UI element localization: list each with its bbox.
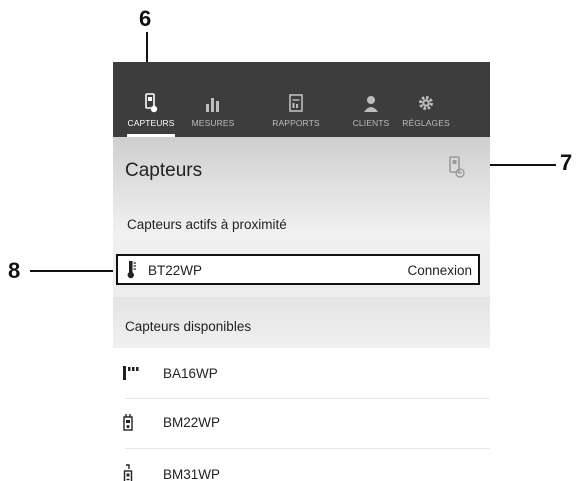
- sensor-name: BM31WP: [163, 467, 221, 481]
- gear-icon: [397, 92, 455, 114]
- connect-button[interactable]: Connexion: [407, 263, 472, 278]
- available-sensors-heading: Capteurs disponibles: [125, 319, 252, 334]
- report-icon: [261, 92, 331, 114]
- sensor-scan-icon: [447, 156, 467, 184]
- thermometer-probe-icon: [126, 260, 138, 285]
- tab-rapports-label: RAPPORTS: [272, 118, 320, 128]
- tab-capteurs[interactable]: CAPTEURS: [119, 92, 183, 137]
- divider: [125, 398, 490, 399]
- sensor-name: BM22WP: [163, 415, 221, 430]
- signal-bars-icon: [122, 365, 142, 386]
- tab-reglages[interactable]: RÉGLAGES: [397, 92, 455, 137]
- clients-icon: [345, 92, 397, 114]
- sensor-icon: [119, 92, 183, 114]
- callout-8: 8: [8, 258, 21, 283]
- tab-mesures[interactable]: MESURES: [181, 92, 245, 137]
- clamp-meter-icon: [122, 464, 134, 481]
- tab-reglages-label: RÉGLAGES: [402, 118, 450, 128]
- list-item[interactable]: BA16WP: [113, 354, 490, 394]
- multimeter-icon: [122, 413, 134, 436]
- list-item[interactable]: BM22WP: [113, 403, 490, 443]
- list-item[interactable]: BM31WP: [113, 455, 490, 481]
- nearby-sensor-name: BT22WP: [148, 263, 203, 278]
- callout-8-line: [30, 270, 116, 272]
- nearby-sensor-row[interactable]: BT22WP Connexion: [116, 254, 480, 285]
- tab-rapports[interactable]: RAPPORTS: [261, 92, 331, 137]
- divider: [125, 448, 490, 449]
- callout-6: 6: [139, 6, 152, 31]
- tab-mesures-label: MESURES: [191, 118, 235, 128]
- nearby-sensors-heading: Capteurs actifs à proximité: [127, 217, 287, 232]
- top-nav-bar: CAPTEURS MESURES RAPPORTS CLIENTS RÉGLAG…: [113, 62, 490, 137]
- callout-7: 7: [560, 150, 573, 175]
- sensor-scan-button[interactable]: [447, 154, 467, 180]
- tab-clients-label: CLIENTS: [352, 118, 390, 128]
- sensor-app-screen: CAPTEURS MESURES RAPPORTS CLIENTS RÉGLAG…: [113, 62, 490, 481]
- sensor-name: BA16WP: [163, 366, 218, 381]
- tab-clients[interactable]: CLIENTS: [345, 92, 397, 137]
- page-title: Capteurs: [125, 160, 203, 181]
- bar-chart-icon: [181, 92, 245, 114]
- tab-capteurs-label: CAPTEURS: [127, 118, 175, 128]
